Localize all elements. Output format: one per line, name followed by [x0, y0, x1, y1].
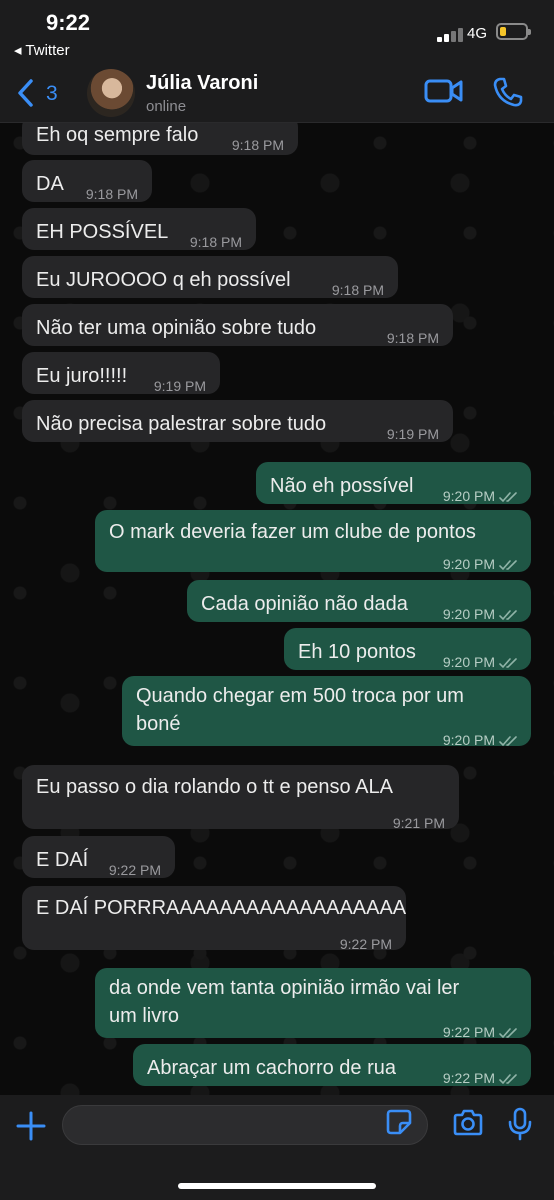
- incoming-message[interactable]: Eu juro!!!!! 9:19 PM: [22, 352, 220, 394]
- outgoing-message[interactable]: Quando chegar em 500 troca por um boné 9:2…: [122, 676, 531, 748]
- message-text: O mark deveria fazer um clube de pontos: [109, 521, 476, 543]
- message-time: 9:19 PM: [153, 378, 206, 394]
- read-receipt-icon: [499, 736, 517, 747]
- outgoing-message[interactable]: O mark deveria fazer um clube de pontos 9…: [95, 510, 531, 572]
- message-text: Quando chegar em 500 troca por um: [136, 685, 464, 707]
- network-type: 4G: [467, 25, 488, 42]
- status-bar: 9:22 ◂ Twitter 4G: [0, 0, 554, 62]
- message-time: 9:22 PM: [339, 936, 392, 952]
- message-text: Eu passo o dia rolando o tt e penso ALA: [36, 776, 393, 798]
- outgoing-message[interactable]: Eh 10 pontos 9:20 PM: [284, 628, 531, 670]
- home-indicator[interactable]: [178, 1183, 376, 1189]
- message-text: Eu juro!!!!!: [36, 365, 128, 387]
- message-text: Não eh possível: [270, 475, 414, 497]
- chevron-left-icon: [18, 79, 33, 107]
- message-text: EH POSSÍVEL: [36, 221, 169, 243]
- read-receipt-icon: [499, 610, 517, 621]
- message-text: Não ter uma opinião sobre tudo: [36, 317, 317, 339]
- contact-status: online: [146, 98, 187, 115]
- read-receipt-icon: [499, 1028, 517, 1039]
- message-time: 9:18 PM: [231, 137, 284, 153]
- message-time: 9:18 PM: [386, 330, 439, 346]
- message-text: boné: [136, 713, 181, 735]
- camera-icon[interactable]: [452, 1109, 484, 1137]
- read-receipt-icon: [499, 560, 517, 571]
- message-time: 9:22 PM: [108, 862, 161, 878]
- avatar[interactable]: [87, 69, 135, 117]
- back-to-app-link[interactable]: ◂ Twitter: [14, 41, 70, 59]
- message-text: Eu JUROOOO q eh possível: [36, 269, 291, 291]
- message-time: 9:20 PM: [442, 606, 495, 622]
- back-button[interactable]: 3: [12, 74, 72, 110]
- unread-count: 3: [46, 82, 58, 105]
- message-time: 9:20 PM: [442, 488, 495, 504]
- incoming-message[interactable]: E DAÍ PORRRAAAAAAAAAAAAAAAAAA 9:22 PM: [22, 886, 407, 952]
- outgoing-message[interactable]: Cada opinião não dada 9:20 PM: [187, 580, 531, 622]
- message-input[interactable]: [62, 1105, 428, 1145]
- incoming-message[interactable]: Eu JUROOOO q eh possível 9:18 PM: [22, 256, 398, 298]
- chat-header: 3 Júlia Varoni online: [0, 62, 554, 123]
- message-time: 9:18 PM: [85, 186, 138, 202]
- read-receipt-icon: [499, 658, 517, 669]
- message-time: 9:18 PM: [331, 282, 384, 298]
- input-bar: [0, 1095, 554, 1200]
- message-text: DA: [36, 173, 64, 195]
- incoming-message[interactable]: Não ter uma opinião sobre tudo 9:18 PM: [22, 304, 453, 346]
- message-time: 9:22 PM: [442, 1070, 495, 1086]
- message-time: 9:19 PM: [386, 426, 439, 442]
- video-call-icon[interactable]: [424, 78, 464, 104]
- incoming-message[interactable]: Eh oq sempre falo 9:18 PM: [22, 123, 298, 155]
- contact-name[interactable]: Júlia Varoni: [146, 72, 258, 95]
- message-time: 9:20 PM: [442, 732, 495, 748]
- message-time: 9:22 PM: [442, 1024, 495, 1040]
- incoming-message[interactable]: Eu passo o dia rolando o tt e penso ALA 9…: [22, 765, 459, 831]
- message-text: Eh oq sempre falo: [36, 124, 199, 146]
- incoming-message[interactable]: E DAÍ 9:22 PM: [22, 836, 175, 878]
- outgoing-message[interactable]: Não eh possível 9:20 PM: [256, 462, 531, 504]
- plus-icon[interactable]: [16, 1111, 46, 1141]
- message-text: Abraçar um cachorro de rua: [147, 1057, 397, 1079]
- phone-call-icon[interactable]: [492, 76, 524, 108]
- message-time: 9:21 PM: [392, 815, 445, 831]
- message-text: Eh 10 pontos: [298, 641, 416, 663]
- read-receipt-icon: [499, 492, 517, 503]
- message-time: 9:20 PM: [442, 654, 495, 670]
- read-receipt-icon: [499, 1074, 517, 1085]
- message-text: Cada opinião não dada: [201, 593, 408, 615]
- signal-icon: [437, 28, 463, 42]
- message-text: um livro: [109, 1005, 180, 1027]
- outgoing-message[interactable]: da onde vem tanta opinião irmão vai ler u…: [95, 968, 531, 1040]
- incoming-message[interactable]: EH POSSÍVEL 9:18 PM: [22, 208, 256, 250]
- message-time: 9:18 PM: [189, 234, 242, 250]
- status-time: 9:22: [46, 10, 91, 35]
- sticker-icon[interactable]: [386, 1109, 412, 1135]
- incoming-message[interactable]: DA 9:18 PM: [22, 160, 152, 202]
- outgoing-message[interactable]: Abraçar um cachorro de rua 9:22 PM: [133, 1044, 531, 1086]
- message-time: 9:20 PM: [442, 556, 495, 572]
- incoming-message[interactable]: Não precisa palestrar sobre tudo 9:19 PM: [22, 400, 453, 442]
- battery-icon: [496, 23, 531, 40]
- message-text: da onde vem tanta opinião irmão vai ler: [109, 977, 460, 999]
- message-text: Não precisa palestrar sobre tudo: [36, 413, 327, 435]
- message-text: E DAÍ: [36, 849, 89, 871]
- message-list[interactable]: Eh oq sempre falo 9:18 PM DA 9:18 PM EH POSS…: [0, 123, 554, 1095]
- microphone-icon[interactable]: [508, 1107, 532, 1141]
- message-text: E DAÍ PORRRAAAAAAAAAAAAAAAAAA: [36, 897, 407, 919]
